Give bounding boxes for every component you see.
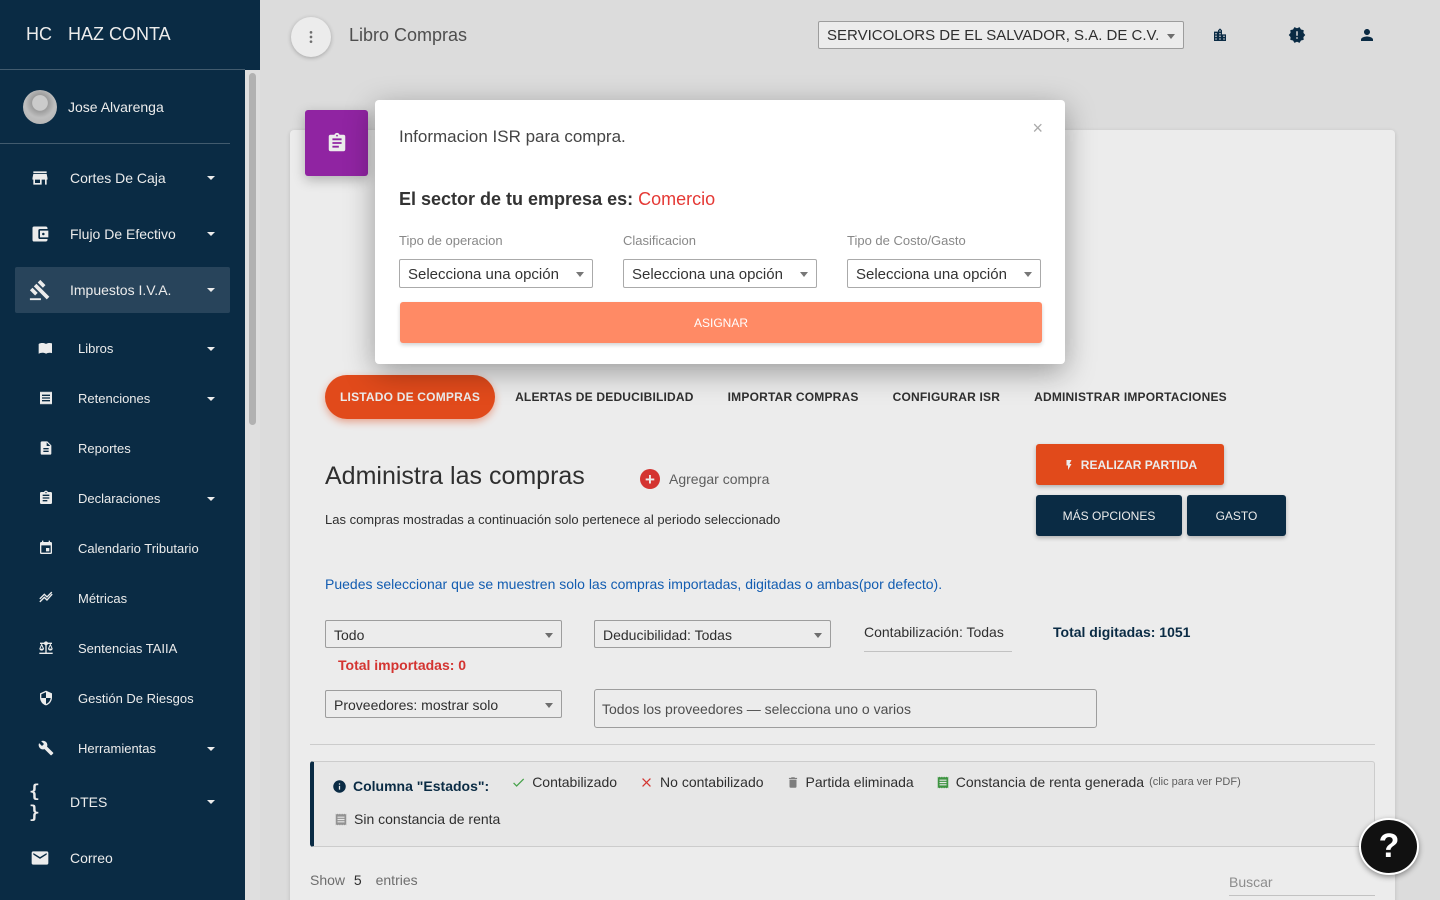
asignar-button[interactable]: Asignar <box>400 302 1042 343</box>
chevron-down-icon <box>800 272 808 277</box>
modal-title: Informacion ISR para compra. <box>399 127 626 146</box>
chevron-down-icon <box>576 272 584 277</box>
clasificacion-value: Selecciona una opción <box>632 266 783 283</box>
label-tipo-costo-gasto: Tipo de Costo/Gasto <box>847 233 966 248</box>
clasificacion-select[interactable]: Selecciona una opción <box>623 259 817 288</box>
label-tipo-operacion: Tipo de operacion <box>399 233 503 248</box>
tipo-operacion-select[interactable]: Selecciona una opción <box>399 259 593 288</box>
chevron-down-icon <box>1024 272 1032 277</box>
help-button[interactable]: ? <box>1359 818 1419 875</box>
tipo-costo-gasto-select[interactable]: Selecciona una opción <box>847 259 1041 288</box>
tipo-operacion-value: Selecciona una opción <box>408 266 559 283</box>
sector-value: Comercio <box>638 189 716 209</box>
tipo-costo-gasto-value: Selecciona una opción <box>856 266 1007 283</box>
label-clasificacion: Clasificacion <box>623 233 696 248</box>
isr-modal: Informacion ISR para compra. × El sector… <box>375 100 1065 364</box>
sector-prefix: El sector de tu empresa es: <box>399 189 634 209</box>
close-icon[interactable]: × <box>1032 118 1043 139</box>
modal-sector: El sector de tu empresa es: Comercio <box>399 189 715 210</box>
